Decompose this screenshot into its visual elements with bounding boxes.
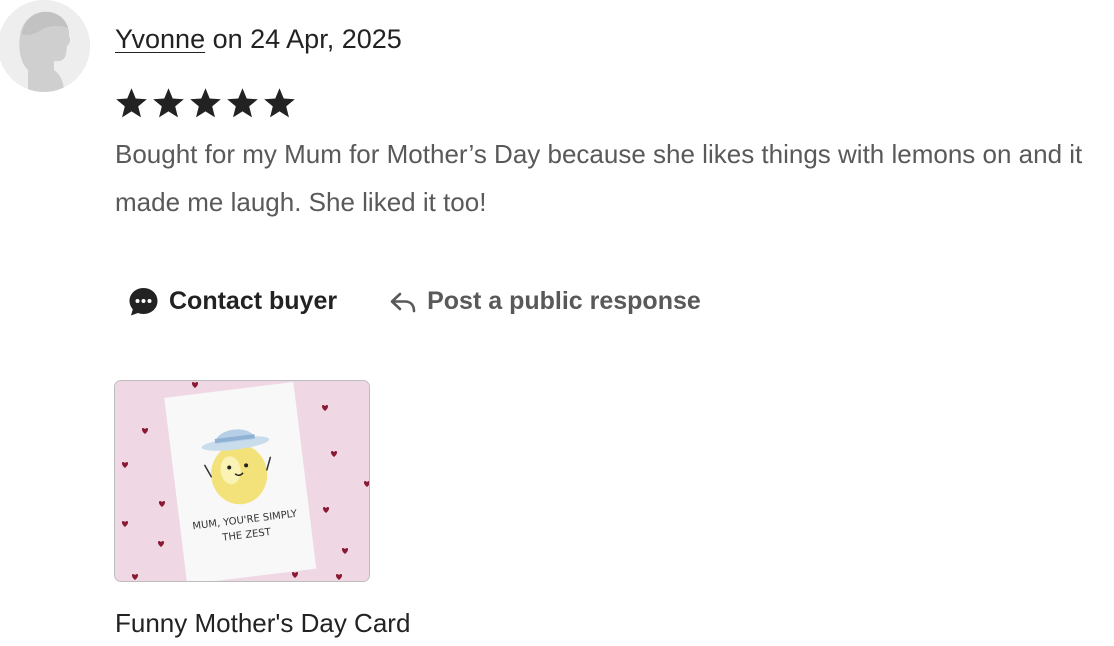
product-image: MUM, YOU'RE SIMPLY THE ZEST	[115, 381, 369, 581]
star-filled-icon	[227, 88, 258, 118]
star-filled-icon	[190, 88, 221, 118]
contact-buyer-label: Contact buyer	[169, 287, 338, 315]
product-name-link[interactable]: Funny Mother's Day Card	[115, 606, 410, 640]
review-date: on 24 Apr, 2025	[205, 24, 402, 54]
review-actions: Contact buyer Post a public response	[128, 286, 701, 317]
greeting-card: MUM, YOU'RE SIMPLY THE ZEST	[164, 382, 317, 581]
star-filled-icon	[153, 88, 184, 118]
avatar[interactable]	[0, 0, 90, 92]
star-filled-icon	[116, 88, 147, 118]
reviewer-name-link[interactable]: Yvonne	[115, 24, 205, 54]
post-public-response-button[interactable]: Post a public response	[389, 287, 701, 316]
speech-bubble-icon	[128, 286, 159, 317]
reply-arrow-icon	[389, 290, 417, 314]
contact-buyer-button[interactable]: Contact buyer	[128, 286, 337, 317]
default-avatar-icon	[0, 0, 90, 92]
star-rating	[114, 86, 297, 121]
star-filled-icon	[264, 88, 295, 118]
review-byline: Yvonne on 24 Apr, 2025	[115, 22, 402, 56]
post-public-response-label: Post a public response	[427, 287, 701, 315]
product-thumbnail[interactable]: MUM, YOU'RE SIMPLY THE ZEST	[114, 380, 370, 582]
review-text: Bought for my Mum for Mother’s Day becau…	[115, 139, 1083, 217]
